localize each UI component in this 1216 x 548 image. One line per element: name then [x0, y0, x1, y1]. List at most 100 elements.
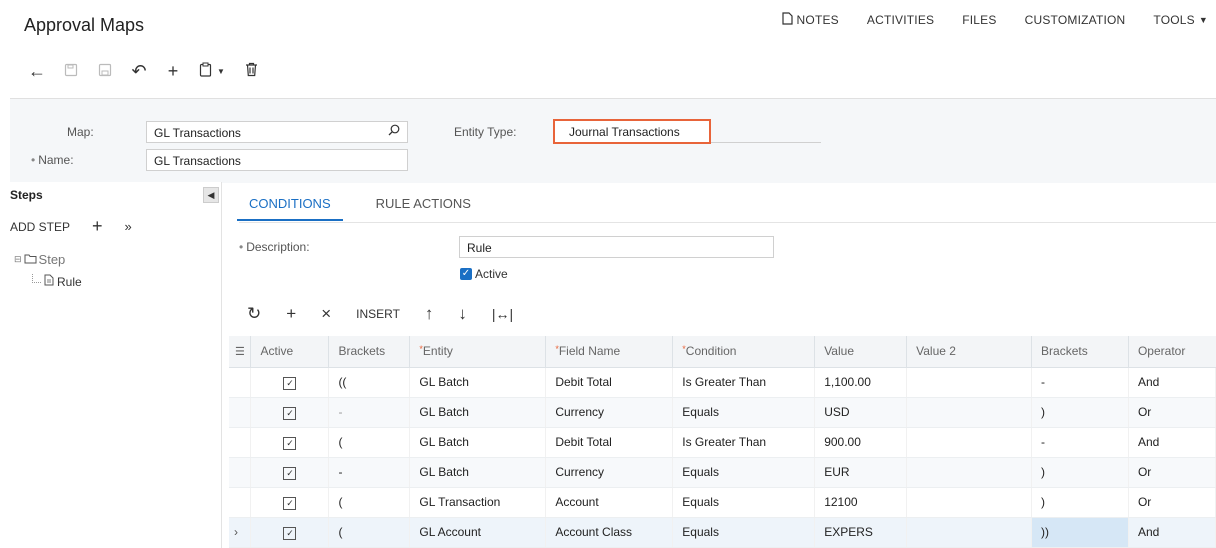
value-cell[interactable]: EXPERS: [814, 517, 908, 548]
operator-cell[interactable]: Or: [1128, 397, 1216, 428]
fit-columns-button[interactable]: |↔|: [492, 306, 513, 322]
checkbox-icon[interactable]: ✓: [283, 406, 297, 420]
condition-cell[interactable]: Is Greater Than: [672, 427, 816, 458]
active-cell[interactable]: ✓: [250, 457, 330, 488]
tree-node-step[interactable]: ⊟ Step: [14, 252, 65, 267]
move-up-button[interactable]: ↑: [425, 304, 434, 324]
col-value2[interactable]: Value 2: [906, 336, 1033, 368]
save-close-button[interactable]: [92, 58, 118, 84]
checkbox-icon[interactable]: ✓: [283, 436, 297, 450]
active-cell[interactable]: ✓: [250, 397, 330, 428]
active-cell[interactable]: ✓: [250, 427, 330, 458]
field-name-cell[interactable]: Account: [545, 487, 674, 518]
delete-button[interactable]: [238, 58, 264, 84]
condition-cell[interactable]: Equals: [672, 517, 816, 548]
col-operator[interactable]: Operator: [1128, 336, 1216, 368]
field-name-cell[interactable]: Currency: [545, 457, 674, 488]
operator-cell[interactable]: And: [1128, 367, 1216, 398]
col-value[interactable]: Value: [814, 336, 908, 368]
brackets-close-cell[interactable]: ): [1031, 397, 1129, 428]
entity-cell[interactable]: GL Batch: [409, 367, 547, 398]
search-icon[interactable]: [388, 124, 400, 139]
col-brackets-open[interactable]: Brackets: [328, 336, 411, 368]
table-row[interactable]: ✓ (( GL Batch Debit Total Is Greater Tha…: [229, 367, 1216, 398]
operator-cell[interactable]: And: [1128, 517, 1216, 548]
brackets-close-cell[interactable]: -: [1031, 367, 1129, 398]
condition-cell[interactable]: Is Greater Than: [672, 367, 816, 398]
add-step-button[interactable]: ADD STEP: [10, 220, 70, 234]
customization-button[interactable]: CUSTOMIZATION: [1025, 12, 1126, 28]
activities-button[interactable]: ACTIVITIES: [867, 12, 934, 28]
checkbox-icon[interactable]: ✓: [283, 466, 297, 480]
entity-cell[interactable]: GL Account: [409, 517, 547, 548]
refresh-button[interactable]: ↻: [247, 304, 261, 324]
brackets-close-cell[interactable]: -: [1031, 427, 1129, 458]
value2-cell[interactable]: [906, 427, 1033, 458]
condition-cell[interactable]: Equals: [672, 457, 816, 488]
brackets-open-cell[interactable]: (: [328, 427, 411, 458]
copy-paste-button[interactable]: ▼: [194, 58, 230, 84]
add-button[interactable]: +: [160, 58, 186, 84]
operator-cell[interactable]: And: [1128, 427, 1216, 458]
value-cell[interactable]: 900.00: [814, 427, 908, 458]
table-row-selected[interactable]: › ✓ ( GL Account Account Class Equals EX…: [229, 517, 1216, 548]
move-down-button[interactable]: ↓: [458, 304, 467, 324]
add-row-button[interactable]: +: [286, 304, 296, 324]
table-row[interactable]: ✓ - GL Batch Currency Equals EUR ) Or: [229, 457, 1216, 488]
col-condition[interactable]: *Condition: [672, 336, 816, 368]
active-cell[interactable]: ✓: [250, 487, 330, 518]
operator-cell[interactable]: Or: [1128, 457, 1216, 488]
condition-cell[interactable]: Equals: [672, 487, 816, 518]
col-active[interactable]: Active: [250, 336, 330, 368]
brackets-open-cell[interactable]: -: [328, 457, 411, 488]
tree-node-rule[interactable]: Rule: [32, 274, 82, 289]
value-cell[interactable]: 1,100.00: [814, 367, 908, 398]
field-name-cell[interactable]: Debit Total: [545, 367, 674, 398]
insert-button[interactable]: INSERT: [356, 307, 400, 321]
tree-collapse-icon[interactable]: ⊟: [14, 254, 22, 265]
row-selector[interactable]: [229, 457, 252, 488]
value2-cell[interactable]: [906, 457, 1033, 488]
entity-cell[interactable]: GL Transaction: [409, 487, 547, 518]
field-name-cell[interactable]: Debit Total: [545, 427, 674, 458]
active-cell[interactable]: ✓: [250, 517, 330, 548]
row-selector[interactable]: [229, 397, 252, 428]
brackets-close-cell[interactable]: ): [1031, 457, 1129, 488]
save-draft-button[interactable]: [58, 58, 84, 84]
condition-cell[interactable]: Equals: [672, 397, 816, 428]
collapse-panel-button[interactable]: ◀: [203, 187, 219, 203]
value-cell[interactable]: USD: [814, 397, 908, 428]
value2-cell[interactable]: [906, 517, 1033, 548]
brackets-open-cell[interactable]: (: [328, 487, 411, 518]
active-cell[interactable]: ✓: [250, 367, 330, 398]
brackets-open-cell[interactable]: (: [328, 517, 411, 548]
field-name-cell[interactable]: Account Class: [545, 517, 674, 548]
map-selector[interactable]: GL Transactions: [146, 121, 408, 143]
row-selector[interactable]: [229, 427, 252, 458]
brackets-close-cell[interactable]: )): [1031, 517, 1129, 548]
row-selector[interactable]: [229, 487, 252, 518]
col-field-name[interactable]: *Field Name: [545, 336, 674, 368]
undo-button[interactable]: ↶: [126, 58, 152, 84]
table-row[interactable]: ✓ ( GL Batch Debit Total Is Greater Than…: [229, 427, 1216, 458]
col-brackets-close[interactable]: Brackets: [1031, 336, 1129, 368]
checkbox-icon[interactable]: ✓: [283, 496, 297, 510]
entity-cell[interactable]: GL Batch: [409, 457, 547, 488]
add-icon[interactable]: +: [92, 216, 103, 237]
operator-cell[interactable]: Or: [1128, 487, 1216, 518]
description-field[interactable]: Rule: [459, 236, 774, 258]
brackets-open-cell[interactable]: -: [328, 397, 411, 428]
value2-cell[interactable]: [906, 487, 1033, 518]
row-selector[interactable]: [229, 367, 252, 398]
col-entity[interactable]: *Entity: [409, 336, 547, 368]
double-chevron-right-icon[interactable]: »: [125, 219, 132, 234]
active-checkbox[interactable]: ✓ Active: [460, 267, 508, 281]
table-row[interactable]: ✓ ( GL Transaction Account Equals 12100 …: [229, 487, 1216, 518]
checkbox-icon[interactable]: ✓: [283, 526, 297, 540]
name-field[interactable]: GL Transactions: [146, 149, 408, 171]
value2-cell[interactable]: [906, 397, 1033, 428]
entity-cell[interactable]: GL Batch: [409, 427, 547, 458]
table-row[interactable]: ✓ - GL Batch Currency Equals USD ) Or: [229, 397, 1216, 428]
tools-menu[interactable]: TOOLS ▼: [1153, 12, 1208, 28]
entity-cell[interactable]: GL Batch: [409, 397, 547, 428]
